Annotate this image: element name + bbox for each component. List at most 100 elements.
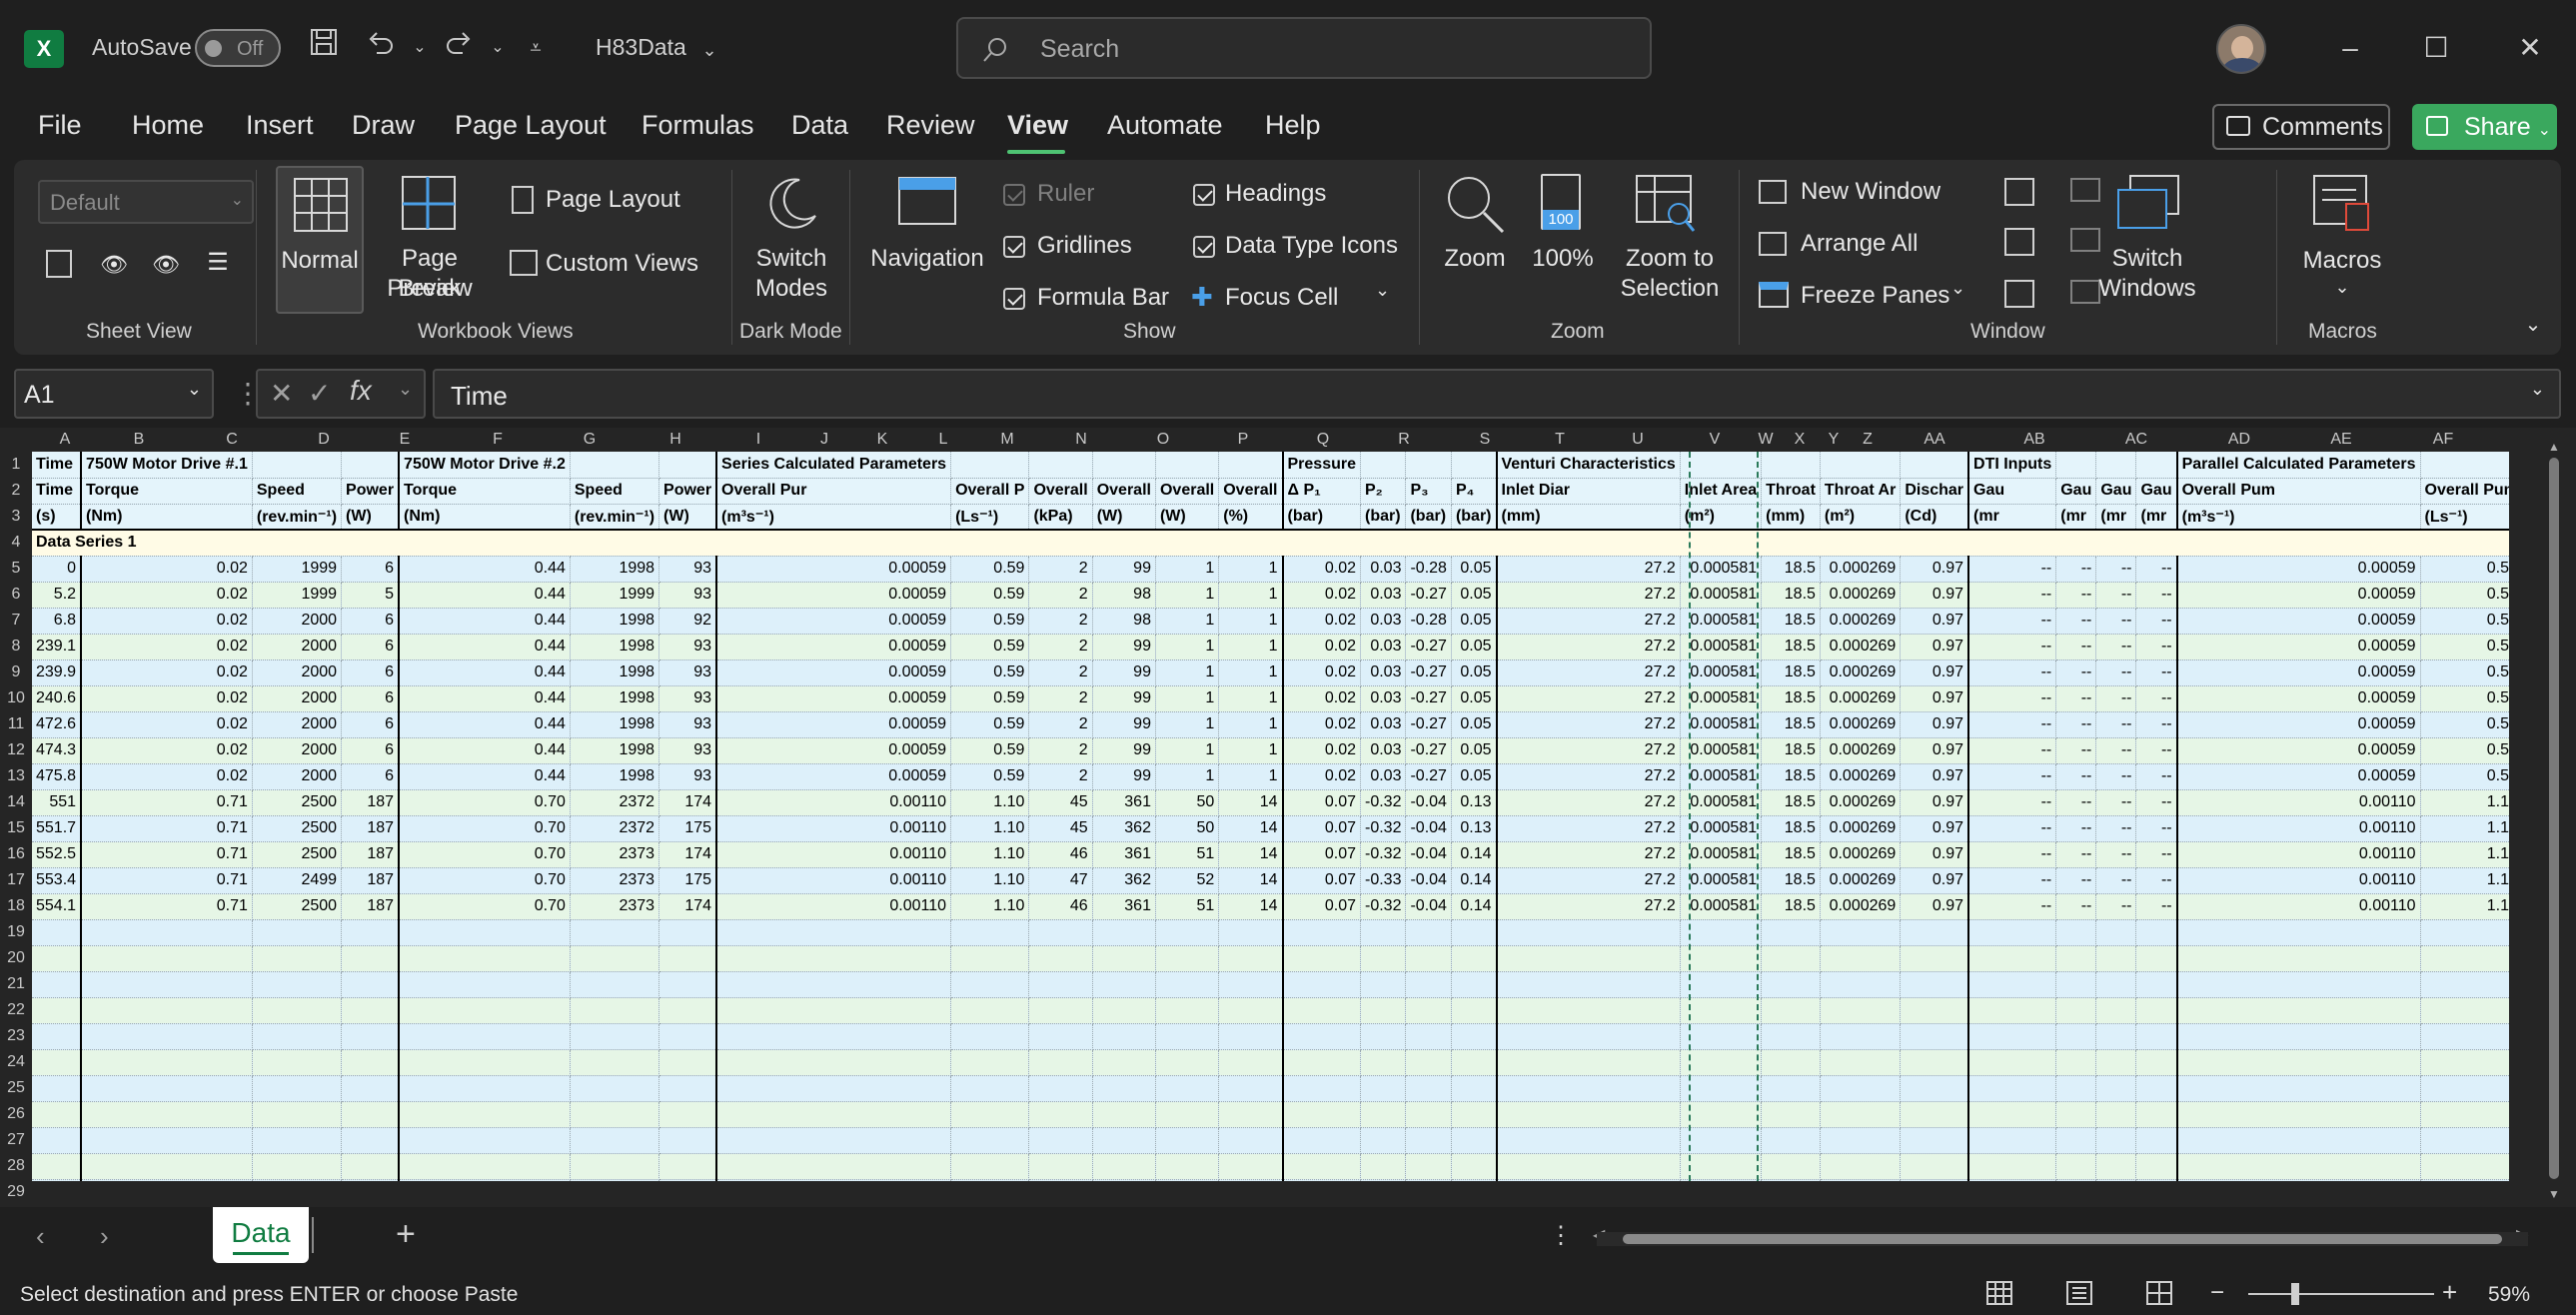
cell-h[interactable]: 0.00059 [715, 582, 952, 609]
cell-r[interactable]: 27.2 [1495, 841, 1681, 868]
cell-b[interactable]: 0.71 [80, 893, 253, 920]
cell-u[interactable]: 0.000269 [1820, 893, 1902, 920]
cell-d[interactable]: 6 [341, 685, 400, 712]
cell-f[interactable]: 1998 [570, 608, 660, 635]
cell-y[interactable]: -- [2095, 634, 2137, 660]
cell-g[interactable] [658, 1101, 717, 1128]
cell-y[interactable]: -- [2095, 608, 2137, 635]
cell-k[interactable] [1092, 1101, 1156, 1128]
cell-p[interactable] [1405, 945, 1452, 972]
cell-e[interactable] [398, 919, 571, 946]
cell-l[interactable]: 51 [1155, 841, 1220, 868]
cell-c[interactable]: 2000 [252, 634, 343, 660]
cell-y[interactable]: (mr [2095, 504, 2137, 531]
cell-n[interactable]: 0.07 [1281, 841, 1361, 868]
save-icon[interactable] [304, 26, 344, 70]
cell-b[interactable] [80, 1101, 253, 1128]
column-header-g[interactable]: G [550, 428, 630, 452]
cell-o[interactable]: -0.32 [1360, 815, 1407, 842]
row-header-8[interactable]: 8 [0, 634, 32, 659]
cell-q[interactable] [1451, 919, 1498, 946]
scroll-up-icon[interactable]: ▲ [2546, 440, 2562, 454]
cell-t[interactable]: 18.5 [1761, 659, 1821, 686]
cell-x[interactable]: -- [2055, 556, 2097, 583]
cell-x[interactable]: (mr [2055, 504, 2097, 531]
cell-l[interactable]: 50 [1155, 815, 1220, 842]
cell-aa[interactable]: 0.00059 [2175, 608, 2421, 635]
row-header-14[interactable]: 14 [0, 789, 32, 815]
cell-v[interactable]: 0.97 [1900, 659, 1969, 686]
chevron-down-icon[interactable]: ⌄ [400, 26, 440, 70]
cell-w[interactable] [1967, 1153, 2057, 1180]
cell-v[interactable] [1900, 919, 1969, 946]
cell-e[interactable] [398, 1127, 571, 1154]
cell-x[interactable] [2055, 452, 2097, 479]
cell-d[interactable]: 5 [341, 582, 400, 609]
cell-q[interactable] [1451, 945, 1498, 972]
cell-k[interactable]: 99 [1092, 634, 1156, 660]
cell-w[interactable]: Gau [1967, 478, 2057, 505]
cell-v[interactable]: 0.97 [1900, 867, 1969, 894]
cell-e[interactable]: (Nm) [398, 504, 571, 531]
cell-a[interactable]: 5.2 [32, 582, 82, 609]
cell-s[interactable]: 0.000581 [1680, 608, 1763, 635]
cell-q[interactable]: 0.05 [1451, 659, 1498, 686]
cell-m[interactable]: 1 [1218, 582, 1283, 609]
cell-c[interactable]: 2499 [252, 867, 343, 894]
cell-q[interactable]: 0.14 [1451, 841, 1498, 868]
cell-j[interactable] [1028, 971, 1093, 998]
cell-x[interactable] [2055, 1153, 2097, 1180]
cell-t[interactable] [1761, 997, 1821, 1024]
cell-l[interactable]: 1 [1155, 556, 1220, 583]
row-header-26[interactable]: 26 [0, 1101, 32, 1127]
column-header-r[interactable]: R [1363, 428, 1445, 452]
cell-u[interactable]: 0.000269 [1820, 789, 1902, 816]
cell-r[interactable]: Venturi Characteristics [1495, 452, 1681, 479]
row-header-19[interactable]: 19 [0, 919, 32, 945]
cell-g[interactable]: 93 [658, 711, 717, 738]
cell-ab[interactable]: 1.10 [2420, 893, 2509, 920]
cell-k[interactable] [1092, 971, 1156, 998]
cell-v[interactable]: 0.97 [1900, 634, 1969, 660]
cell-k[interactable]: 98 [1092, 608, 1156, 635]
cell-m[interactable] [1218, 945, 1283, 972]
cell-aa[interactable]: (m³s⁻¹) [2175, 504, 2421, 531]
cell-b[interactable] [80, 1049, 253, 1076]
cell-n[interactable]: Pressure [1281, 452, 1361, 479]
cell-q[interactable]: 0.05 [1451, 737, 1498, 764]
cell-t[interactable]: 18.5 [1761, 737, 1821, 764]
cell-t[interactable] [1761, 971, 1821, 998]
cell-o[interactable] [1360, 1023, 1407, 1050]
cell-g[interactable] [658, 1153, 717, 1180]
cell-q[interactable]: 0.05 [1451, 582, 1498, 609]
cell-p[interactable]: -0.27 [1405, 659, 1452, 686]
cell-n[interactable]: 0.02 [1281, 737, 1361, 764]
cell-w[interactable]: -- [1967, 608, 2057, 635]
cell-f[interactable]: 1999 [570, 582, 660, 609]
cell-t[interactable]: 18.5 [1761, 893, 1821, 920]
cell-t[interactable]: 18.5 [1761, 763, 1821, 790]
row-header-15[interactable]: 15 [0, 815, 32, 841]
cell-g[interactable]: 93 [658, 634, 717, 660]
insert-function-icon[interactable]: fx [350, 375, 372, 407]
cell-ab[interactable]: (Ls⁻¹) [2420, 504, 2509, 531]
keep-view-icon[interactable] [46, 250, 72, 278]
cell-o[interactable]: -0.32 [1360, 893, 1407, 920]
cell-y[interactable] [2095, 1023, 2137, 1050]
switch-windows-icon[interactable] [2116, 174, 2180, 234]
cell-l[interactable]: Overall [1155, 478, 1220, 505]
cell-d[interactable]: 187 [341, 867, 400, 894]
cell-h[interactable]: 0.00059 [715, 737, 952, 764]
cell-ab[interactable]: 0.59 [2420, 608, 2509, 635]
cell-z[interactable]: -- [2135, 815, 2178, 842]
cell-v[interactable]: 0.97 [1900, 556, 1969, 583]
cell-v[interactable]: Dischar [1900, 478, 1969, 505]
cell-y[interactable]: -- [2095, 789, 2137, 816]
cell-s[interactable]: 0.000581 [1680, 634, 1763, 660]
cell-z[interactable]: -- [2135, 634, 2178, 660]
cell-h[interactable]: Overall Pur [715, 478, 952, 505]
cell-l[interactable]: 1 [1155, 737, 1220, 764]
row-header-27[interactable]: 27 [0, 1127, 32, 1153]
cell-g[interactable]: 92 [658, 608, 717, 635]
cell-p[interactable] [1405, 1023, 1452, 1050]
